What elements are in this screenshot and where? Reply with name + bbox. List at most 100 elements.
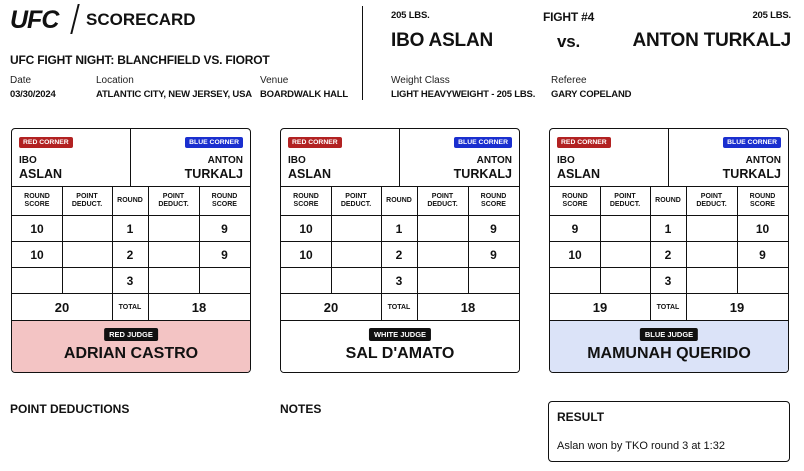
judge-name: MAMUNAH QUERIDO [587, 345, 751, 362]
blue-round-score-header: ROUND SCORE [211, 193, 238, 208]
red-fighter-last-name: ASLAN [19, 167, 63, 181]
red-score-cell: 10 [568, 247, 582, 262]
red-round-score-header: ROUND SCORE [293, 193, 319, 208]
round-row: 3 [550, 268, 788, 294]
judge-area: BLUE JUDGE MAMUNAH QUERIDO [550, 321, 788, 372]
blue-fighter-first-name: ANTON [745, 155, 781, 166]
venue-label: Venue [260, 75, 289, 86]
blue-deduct-cell [148, 216, 199, 241]
round-row: 10 1 9 [12, 216, 250, 242]
red-score-cell: 10 [30, 221, 44, 236]
round-number-cell: 3 [664, 273, 672, 288]
round-header: ROUND [655, 197, 681, 204]
blue-deduct-cell [686, 216, 737, 241]
round-number-cell: 3 [126, 273, 134, 288]
event-title: UFC FIGHT NIGHT: BLANCHFIELD VS. FIOROT [10, 53, 270, 67]
red-score-cell [550, 268, 600, 293]
red-deduct-cell [331, 216, 381, 241]
blue-deduct-cell [148, 242, 199, 267]
red-deduct-cell [331, 242, 381, 267]
judge-scorecard: RED CORNER BLUE CORNER IBO ASLAN ANTON T… [549, 128, 789, 373]
round-number-cell: 1 [126, 221, 134, 236]
blue-point-deduct-header: POINT DEDUCT. [427, 193, 458, 208]
total-row: 19 TOTAL 19 [550, 294, 788, 321]
venue-value: BOARDWALK HALL [260, 89, 348, 100]
weight-class-value: LIGHT HEAVYWEIGHT - 205 LBS. [391, 89, 536, 100]
red-point-deduct-header: POINT DEDUCT. [340, 193, 372, 208]
referee-label: Referee [551, 75, 587, 86]
column-header-row: ROUND SCORE POINT DEDUCT. ROUND POINT DE… [12, 187, 250, 216]
blue-fighter-last-name: TURKALJ [722, 167, 781, 181]
blue-total: 19 [729, 299, 745, 315]
card-header: RED CORNER BLUE CORNER IBO ASLAN ANTON T… [12, 129, 250, 187]
card-header-divider [130, 129, 131, 187]
round-header: ROUND [386, 197, 412, 204]
red-score-cell [12, 268, 62, 293]
column-header-row: ROUND SCORE POINT DEDUCT. ROUND POINT DE… [281, 187, 519, 216]
red-total: 20 [54, 299, 70, 315]
blue-score-cell [737, 268, 788, 293]
result-heading: RESULT [557, 410, 605, 424]
doc-title: SCORECARD [86, 10, 196, 29]
blue-fighter-last-name: TURKALJ [453, 167, 512, 181]
red-fighter-first-name: IBO [557, 155, 575, 166]
point-deductions-heading: POINT DEDUCTIONS [10, 402, 130, 416]
red-deduct-cell [62, 242, 112, 267]
blue-score-cell: 9 [221, 221, 228, 236]
red-round-score-header: ROUND SCORE [562, 193, 588, 208]
blue-fighter-first-name: ANTON [476, 155, 512, 166]
logo-divider [70, 4, 80, 34]
red-score-cell: 10 [299, 221, 313, 236]
blue-score-cell: 9 [490, 247, 497, 262]
ufc-logo: UFC [10, 6, 59, 34]
red-point-deduct-header: POINT DEDUCT. [609, 193, 641, 208]
red-fighter-weight: 205 LBS. [391, 10, 430, 21]
blue-fighter-weight: 205 LBS. [752, 10, 791, 21]
blue-deduct-cell [417, 242, 468, 267]
card-header-divider [668, 129, 669, 187]
header-divider [362, 6, 363, 100]
red-round-score-header: ROUND SCORE [24, 193, 50, 208]
red-deduct-cell [600, 216, 650, 241]
judge-name: SAL D'AMATO [345, 345, 455, 362]
result-text: Aslan won by TKO round 3 at 1:32 [557, 440, 725, 452]
red-fighter-last-name: ASLAN [288, 167, 332, 181]
judge-role-badge: RED JUDGE [104, 328, 158, 341]
blue-round-score-header: ROUND SCORE [749, 193, 776, 208]
red-deduct-cell [62, 268, 112, 293]
round-number-cell: 3 [395, 273, 403, 288]
blue-score-cell: 10 [755, 221, 770, 236]
red-corner-badge: RED CORNER [19, 137, 73, 148]
blue-deduct-cell [686, 268, 737, 293]
red-deduct-cell [62, 216, 112, 241]
red-fighter-last-name: ASLAN [557, 167, 601, 181]
judge-name: ADRIAN CASTRO [63, 345, 199, 362]
column-header-row: ROUND SCORE POINT DEDUCT. ROUND POINT DE… [550, 187, 788, 216]
blue-point-deduct-header: POINT DEDUCT. [696, 193, 727, 208]
red-corner-badge: RED CORNER [557, 137, 611, 148]
vs-label: vs. [557, 32, 581, 51]
red-total: 19 [592, 299, 608, 315]
fight-number: FIGHT #4 [543, 10, 595, 24]
red-fighter-first-name: IBO [288, 155, 306, 166]
notes-heading: NOTES [280, 402, 322, 416]
judge-scorecard: RED CORNER BLUE CORNER IBO ASLAN ANTON T… [280, 128, 520, 373]
red-deduct-cell [331, 268, 381, 293]
card-header: RED CORNER BLUE CORNER IBO ASLAN ANTON T… [281, 129, 519, 187]
referee-value: GARY COPELAND [551, 89, 632, 100]
total-label: TOTAL [656, 303, 680, 311]
card-header-divider [399, 129, 400, 187]
red-score-cell: 10 [30, 247, 44, 262]
blue-score-cell [468, 268, 519, 293]
judge-area: RED JUDGE ADRIAN CASTRO [12, 321, 250, 372]
red-score-cell [281, 268, 331, 293]
round-row: 9 1 10 [550, 216, 788, 242]
location-label: Location [96, 75, 134, 86]
red-deduct-cell [600, 268, 650, 293]
blue-point-deduct-header: POINT DEDUCT. [158, 193, 189, 208]
total-row: 20 TOTAL 18 [281, 294, 519, 321]
location-value: ATLANTIC CITY, NEW JERSEY, USA [96, 89, 252, 100]
judge-role-badge: WHITE JUDGE [368, 328, 432, 341]
blue-deduct-cell [686, 242, 737, 267]
judge-area: WHITE JUDGE SAL D'AMATO [281, 321, 519, 372]
